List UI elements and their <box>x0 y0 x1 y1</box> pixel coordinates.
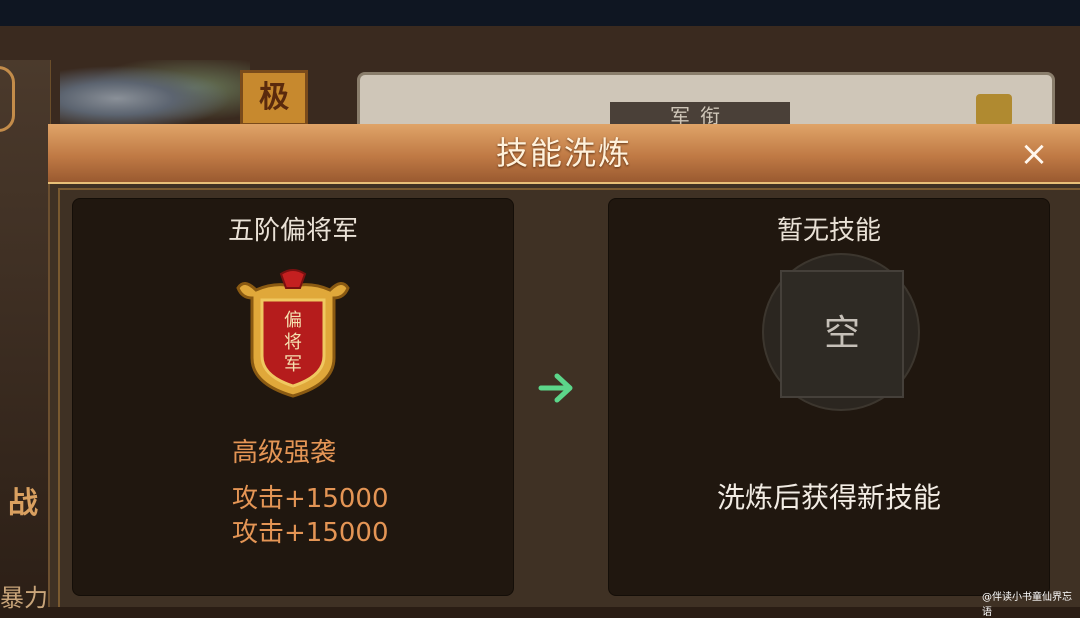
skill-name: 高级强袭 <box>232 438 337 468</box>
rank-name: 五阶偏将军 <box>227 216 358 246</box>
refine-hint: 洗炼后获得新技能 <box>716 481 941 514</box>
top-bar <box>0 0 1080 26</box>
background-ring <box>0 66 15 132</box>
skill-effect-2: 攻击+15000 <box>232 518 389 548</box>
background-panel-icon <box>976 94 1012 126</box>
skill-effect-1: 攻击+15000 <box>232 484 389 514</box>
background-grade-badge: 极 <box>240 70 308 126</box>
background-hero-strip <box>0 60 51 607</box>
background-character <box>60 60 250 130</box>
emblem-char-2: 将 <box>284 332 302 353</box>
rank-emblem-icon: 偏 将 军 <box>236 269 350 398</box>
watermark: @伴读小书童仙界忘语 <box>982 592 1072 618</box>
emblem-char-1: 偏 <box>284 310 302 331</box>
empty-skill-slot: 空 <box>780 270 904 398</box>
arrow-right-icon <box>538 373 573 403</box>
background-left-label: 战 <box>8 486 38 521</box>
close-icon[interactable]: × <box>1020 134 1049 174</box>
emblem-char-3: 军 <box>284 354 302 375</box>
dialog-title: 技能洗炼 <box>495 134 632 172</box>
new-skill-title: 暂无技能 <box>776 216 881 246</box>
close-button[interactable]: × <box>1012 134 1056 174</box>
dialog-header: 技能洗炼 <box>48 124 1080 184</box>
background-left-label-2: 暴力 <box>0 584 48 612</box>
